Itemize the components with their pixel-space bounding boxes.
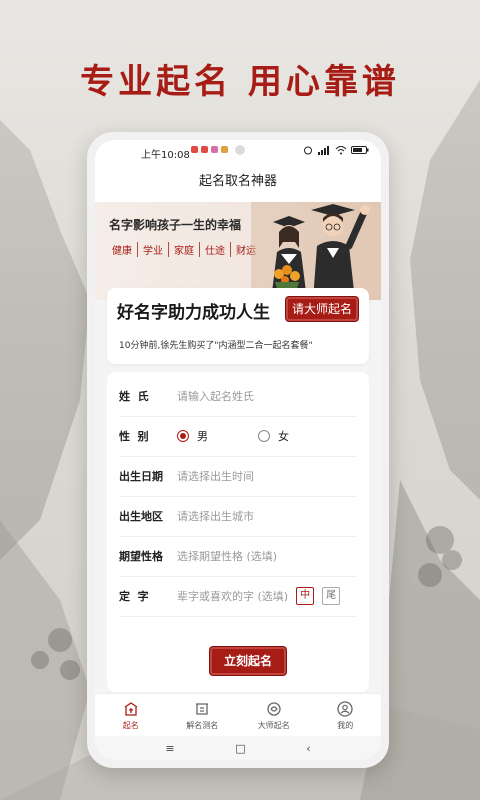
banner-slogan: 名字影响孩子一生的幸福 [109, 218, 242, 232]
notification-icon [191, 146, 198, 153]
fixed-char-row: 定 字 辈字或喜欢的字 (选填) 中 尾 [119, 576, 357, 617]
home-nav-icon[interactable]: □ [235, 742, 245, 755]
front-camera [235, 145, 245, 155]
system-nav-bar: ≡ □ ‹ [95, 736, 381, 760]
notification-icon [211, 146, 218, 153]
personality-row[interactable]: 期望性格 选择期望性格 (选填) [119, 536, 357, 577]
banner-tag: 健康 [107, 242, 138, 257]
banner-tag: 仕途 [200, 242, 231, 257]
signal-icon [318, 146, 329, 155]
tab-analysis-label: 解名测名 [186, 720, 219, 730]
personality-picker[interactable]: 选择期望性格 (选填) [177, 548, 277, 564]
banner-tag: 学业 [138, 242, 169, 257]
personality-label: 期望性格 [119, 550, 163, 563]
birth-date-picker[interactable]: 请选择出生时间 [177, 468, 254, 484]
birth-place-row[interactable]: 出生地区 请选择出生城市 [119, 496, 357, 537]
tab-master[interactable]: 大师起名 [238, 694, 310, 736]
position-middle-toggle[interactable]: 中 [296, 587, 315, 605]
birth-place-picker[interactable]: 请选择出生城市 [177, 508, 254, 524]
menu-nav-icon[interactable]: ≡ [165, 742, 174, 755]
profile-icon [337, 700, 353, 717]
tab-profile-label: 我的 [337, 720, 354, 730]
bottom-tab-bar: 起名 解名测名 大师起名 我的 [95, 693, 381, 736]
promo-title: 好名字助力成功人生 [117, 303, 270, 323]
graduates-illustration [251, 202, 381, 300]
banner-tags: 健康 学业 家庭 仕途 财运 [107, 242, 261, 257]
notification-icon [221, 146, 228, 153]
notification-icon [201, 146, 208, 153]
back-nav-icon[interactable]: ‹ [306, 742, 310, 755]
banner[interactable]: 名字影响孩子一生的幸福 健康 学业 家庭 仕途 财运 [95, 202, 381, 300]
promo-card: 好名字助力成功人生 请大师起名 10分钟前,徐先生购买了"内涵型二合一起名套餐" [107, 288, 369, 364]
submit-naming-button[interactable]: 立刻起名 [209, 646, 287, 676]
radio-checked-icon [177, 430, 189, 442]
fixed-char-input[interactable]: 辈字或喜欢的字 (选填) [177, 588, 288, 604]
birth-place-label: 出生地区 [119, 510, 163, 523]
tab-naming[interactable]: 起名 [95, 694, 167, 736]
gender-label: 性 别 [119, 430, 149, 443]
tab-profile[interactable]: 我的 [310, 694, 382, 736]
radio-unchecked-icon [258, 430, 270, 442]
banner-tag: 家庭 [169, 242, 200, 257]
gender-male-radio[interactable]: 男 [177, 428, 208, 444]
status-bar: 上午10:08 [95, 140, 381, 162]
surname-row[interactable]: 姓 氏 请输入起名姓氏 [119, 376, 357, 417]
gender-row: 性 别 男 女 [119, 416, 357, 457]
notification-icons [191, 146, 228, 153]
surname-label: 姓 氏 [119, 390, 149, 403]
naming-icon [124, 701, 138, 716]
system-icons [303, 145, 369, 155]
gender-female-label: 女 [278, 430, 289, 443]
surname-input[interactable]: 请输入起名姓氏 [177, 388, 254, 404]
naming-form: 姓 氏 请输入起名姓氏 性 别 男 女 出生日期 请选择出生时间 出生地区 请选… [107, 372, 369, 692]
tab-analysis[interactable]: 解名测名 [167, 694, 239, 736]
wifi-icon [335, 146, 347, 155]
tab-naming-label: 起名 [122, 720, 139, 730]
headline: 专业起名 用心靠谱 [80, 62, 400, 102]
gender-female-radio[interactable]: 女 [258, 428, 289, 444]
app-title: 起名取名神器 [95, 162, 381, 202]
analysis-icon [196, 702, 209, 715]
alarm-icon [304, 146, 312, 155]
phone-frame: 上午10:08 起名取名神器 名字影响孩子一生的幸福 健康 学业 家庭 仕途 财… [87, 132, 389, 768]
battery-icon [351, 146, 369, 154]
birth-date-row[interactable]: 出生日期 请选择出生时间 [119, 456, 357, 497]
position-end-toggle[interactable]: 尾 [322, 587, 341, 605]
status-time: 上午10:08 [141, 150, 190, 161]
birth-date-label: 出生日期 [119, 470, 163, 483]
master-naming-button[interactable]: 请大师起名 [285, 296, 359, 322]
master-icon [267, 701, 281, 716]
fixed-char-label: 定 字 [119, 590, 149, 603]
app-screen: 上午10:08 起名取名神器 名字影响孩子一生的幸福 健康 学业 家庭 仕途 财… [95, 140, 381, 760]
purchase-ticker: 10分钟前,徐先生购买了"内涵型二合一起名套餐" [119, 341, 313, 351]
gender-male-label: 男 [197, 430, 208, 443]
tab-master-label: 大师起名 [257, 720, 290, 730]
